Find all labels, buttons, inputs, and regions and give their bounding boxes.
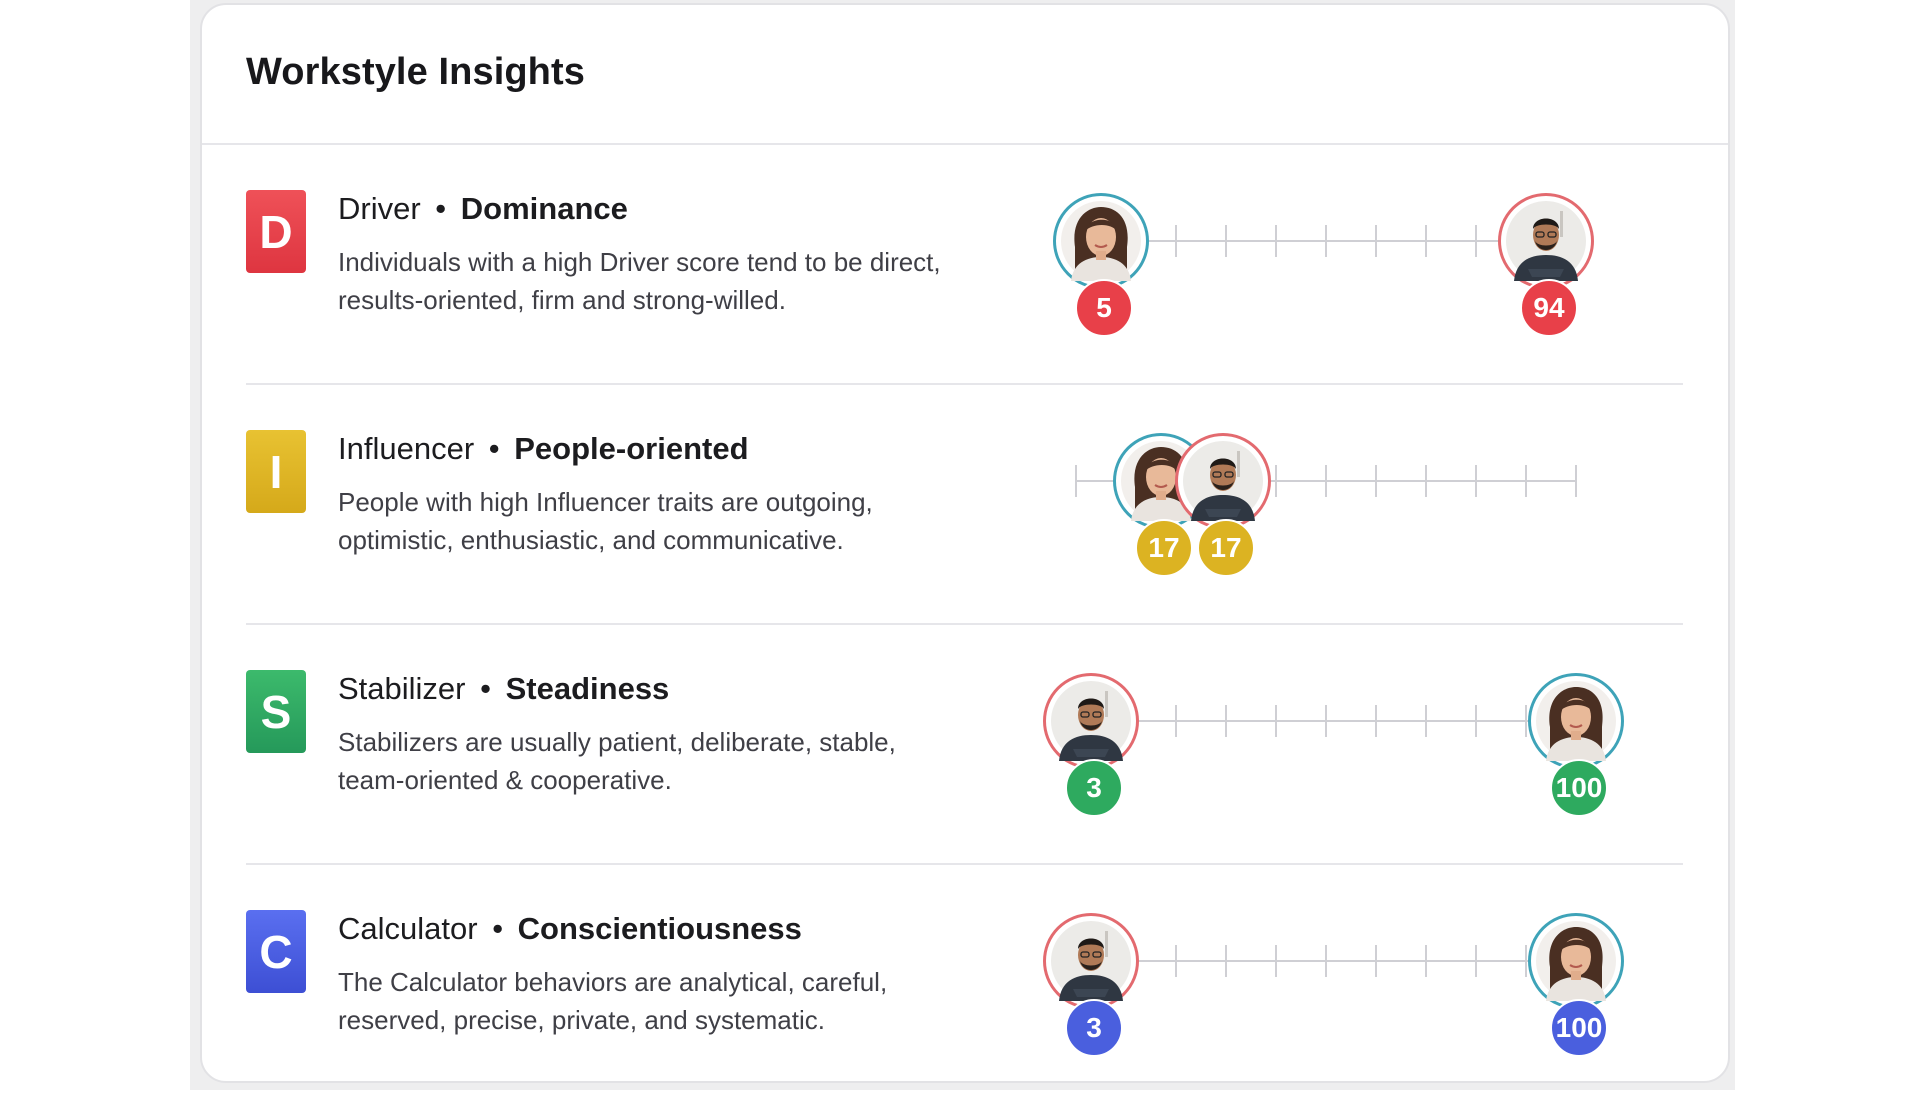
- row-title: Calculator • Conscientiousness: [338, 911, 802, 947]
- title-separator: •: [480, 671, 491, 706]
- man-avatar-icon: [1043, 913, 1139, 1009]
- score-badge: 3: [1065, 759, 1123, 817]
- score-badge: 100: [1550, 999, 1608, 1057]
- scale-tick: [1325, 705, 1327, 737]
- man-avatar-icon: [1498, 193, 1594, 289]
- driver-letter-badge: D: [246, 190, 306, 273]
- style-name: Driver: [338, 191, 421, 226]
- scale-tick: [1475, 225, 1477, 257]
- woman-avatar-icon: [1053, 193, 1149, 289]
- title-separator: •: [435, 191, 447, 226]
- trait-row-influencer: I Influencer • People-oriented People wi…: [246, 385, 1683, 625]
- woman-marker[interactable]: 5: [1053, 193, 1149, 337]
- scale-tick: [1325, 225, 1327, 257]
- scale-tick: [1425, 705, 1427, 737]
- man-marker[interactable]: 3: [1043, 673, 1139, 817]
- scale-tick: [1225, 225, 1227, 257]
- scale-tick: [1225, 945, 1227, 977]
- style-name: Calculator: [338, 911, 478, 946]
- style-name: Influencer: [338, 431, 475, 466]
- trait-row-driver: D Driver • Dominance Individuals with a …: [246, 145, 1683, 385]
- score-scale: 5 94: [1053, 145, 1686, 383]
- man-marker[interactable]: 3: [1043, 913, 1139, 1057]
- woman-marker[interactable]: 100: [1528, 913, 1624, 1057]
- scale-tick: [1375, 225, 1377, 257]
- scale-tick: [1325, 465, 1327, 497]
- stabilizer-letter-badge: S: [246, 670, 306, 753]
- trait-row-stabilizer: S Stabilizer • Steadiness Stabilizers ar…: [246, 625, 1683, 865]
- score-scale: 3 100: [1043, 865, 1686, 1103]
- scale-tick: [1475, 705, 1477, 737]
- card-header: Workstyle Insights: [202, 5, 1728, 145]
- title-separator: •: [492, 911, 504, 946]
- row-description: People with high Influencer traits are o…: [338, 487, 873, 555]
- trait-name: Dominance: [460, 191, 628, 226]
- scale-tick: [1175, 225, 1177, 257]
- scale-tick: [1275, 225, 1277, 257]
- score-scale: 3 100: [1043, 625, 1686, 863]
- row-title: Influencer • People-oriented: [338, 431, 749, 467]
- scale-tick: [1275, 705, 1277, 737]
- scale-tick: [1375, 705, 1377, 737]
- score-badge: 5: [1075, 279, 1133, 337]
- trait-name: Conscientiousness: [517, 911, 802, 946]
- title-separator: •: [488, 431, 500, 466]
- scale-tick: [1375, 465, 1377, 497]
- scale-tick: [1475, 465, 1477, 497]
- man-marker[interactable]: 17: [1175, 433, 1271, 577]
- calculator-letter-badge: C: [246, 910, 306, 993]
- row-description: Stabilizers are usually patient, deliber…: [338, 727, 896, 795]
- scale-tick: [1575, 465, 1577, 497]
- scale-tick: [1425, 225, 1427, 257]
- scale-tick: [1075, 465, 1077, 497]
- man-marker[interactable]: 94: [1498, 193, 1594, 337]
- score-badge: 17: [1197, 519, 1255, 577]
- woman-marker[interactable]: 100: [1528, 673, 1624, 817]
- woman-avatar-icon: [1528, 673, 1624, 769]
- trait-name: People-oriented: [514, 431, 749, 466]
- scale-tick: [1325, 945, 1327, 977]
- trait-row-calculator: C Calculator • Conscientiousness The Cal…: [246, 865, 1683, 1103]
- trait-name: Steadiness: [505, 671, 670, 706]
- workstyle-insights-card: Workstyle Insights D Driver • Dominance …: [200, 3, 1730, 1083]
- row-title: Stabilizer • Steadiness: [338, 671, 669, 707]
- row-description: The Calculator behaviors are analytical,…: [338, 967, 888, 1035]
- woman-avatar-icon: [1528, 913, 1624, 1009]
- row-title: Driver • Dominance: [338, 191, 628, 227]
- scale-tick: [1425, 465, 1427, 497]
- scale-tick: [1475, 945, 1477, 977]
- card-title: Workstyle Insights: [246, 51, 585, 93]
- influencer-letter-badge: I: [246, 430, 306, 513]
- scale-tick: [1525, 705, 1527, 737]
- scale-tick: [1275, 465, 1277, 497]
- style-name: Stabilizer: [338, 671, 466, 706]
- scale-tick: [1275, 945, 1277, 977]
- score-badge: 94: [1520, 279, 1578, 337]
- score-badge: 100: [1550, 759, 1608, 817]
- scale-tick: [1375, 945, 1377, 977]
- man-avatar-icon: [1043, 673, 1139, 769]
- scale-tick: [1525, 465, 1527, 497]
- man-avatar-icon: [1175, 433, 1271, 529]
- score-badge: 3: [1065, 999, 1123, 1057]
- scale-tick: [1225, 705, 1227, 737]
- score-scale: 17 17: [1066, 385, 1686, 623]
- row-description: Individuals with a high Driver score ten…: [338, 247, 941, 315]
- scale-tick: [1425, 945, 1427, 977]
- scale-tick: [1175, 705, 1177, 737]
- scale-tick: [1175, 945, 1177, 977]
- scale-tick: [1525, 945, 1527, 977]
